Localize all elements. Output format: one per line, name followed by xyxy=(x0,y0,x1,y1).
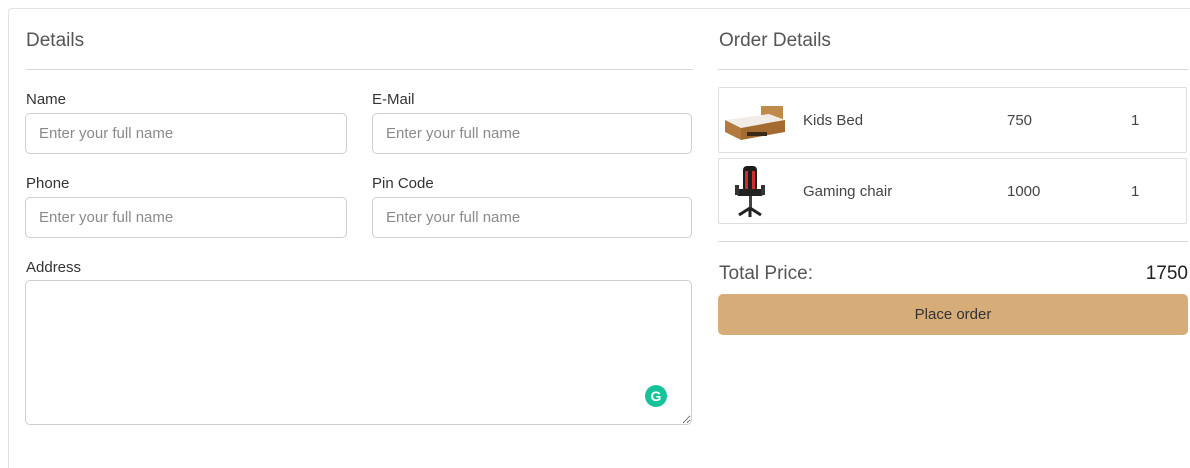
phone-input[interactable] xyxy=(25,197,347,238)
grammarly-icon[interactable]: G xyxy=(645,385,667,407)
details-divider xyxy=(26,69,693,70)
total-price-label: Total Price: xyxy=(719,263,813,284)
address-label: Address xyxy=(26,259,82,276)
details-title: Details xyxy=(26,30,85,51)
product-price: 1000 xyxy=(1007,183,1041,200)
order-item-row: Gaming chair 1000 1 xyxy=(718,158,1187,224)
pincode-label: Pin Code xyxy=(372,175,434,192)
bed-image xyxy=(721,92,787,150)
product-price: 750 xyxy=(1007,112,1033,129)
order-details-title: Order Details xyxy=(719,30,831,51)
place-order-button[interactable]: Place order xyxy=(718,294,1188,335)
email-label: E-Mail xyxy=(372,91,415,108)
order-details-divider xyxy=(718,69,1188,70)
pincode-input[interactable] xyxy=(372,197,692,238)
order-item-row: Kids Bed 750 1 xyxy=(718,87,1187,153)
name-label: Name xyxy=(26,91,67,108)
total-price-value: 1750 xyxy=(1145,263,1188,284)
email-input[interactable] xyxy=(372,113,692,154)
name-input[interactable] xyxy=(25,113,347,154)
product-name: Kids Bed xyxy=(803,112,864,129)
address-textarea[interactable] xyxy=(25,280,692,425)
phone-label: Phone xyxy=(26,175,70,192)
product-name: Gaming chair xyxy=(803,183,893,200)
gaming-chair-image xyxy=(721,163,787,221)
total-divider xyxy=(718,241,1188,242)
product-quantity: 1 xyxy=(1131,183,1140,200)
product-quantity: 1 xyxy=(1131,112,1140,129)
